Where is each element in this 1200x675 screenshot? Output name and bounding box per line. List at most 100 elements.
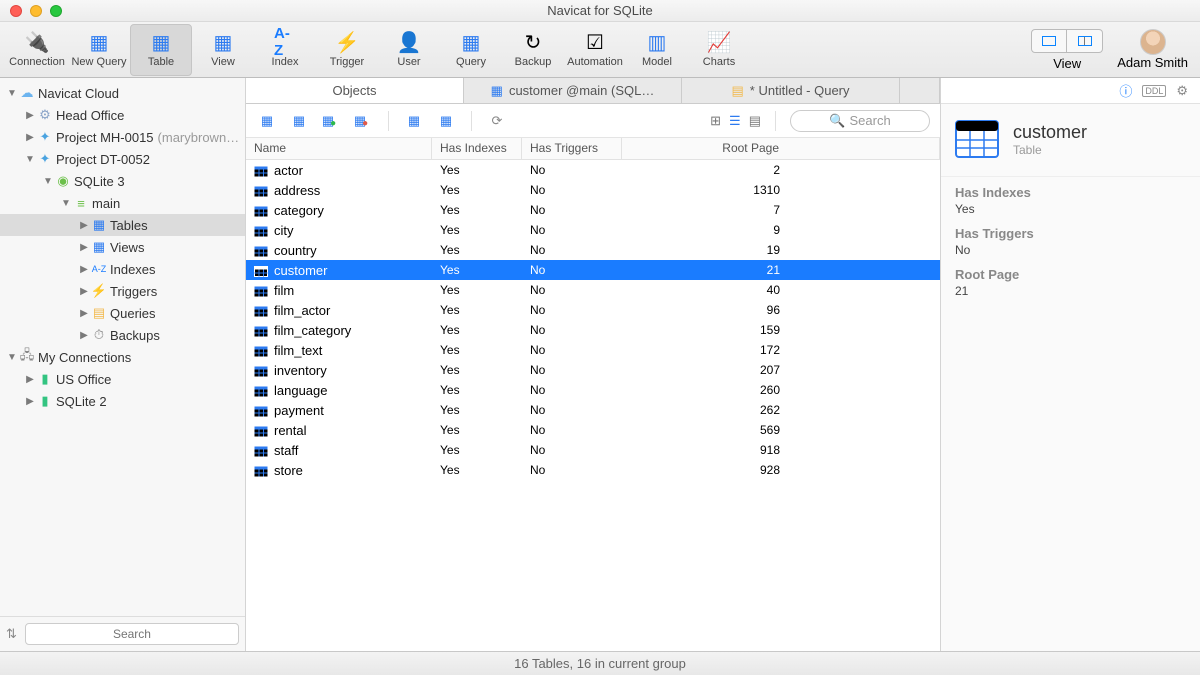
- toolbar-query[interactable]: ▦Query: [440, 24, 502, 76]
- table-row[interactable]: film_actorYesNo96: [246, 300, 940, 320]
- tab-objects[interactable]: Objects: [246, 78, 464, 103]
- row-has-indexes: Yes: [432, 383, 522, 397]
- design-table-icon[interactable]: ▦: [288, 110, 310, 132]
- row-has-triggers: No: [522, 163, 622, 177]
- details-has-indexes-label: Has Indexes: [955, 185, 1186, 200]
- tree-triggers[interactable]: ▶⚡Triggers: [0, 280, 245, 302]
- object-search-input[interactable]: 🔍 Search: [790, 110, 930, 132]
- user-icon: 👤: [398, 31, 420, 53]
- tree-indexes[interactable]: ▶A-ZIndexes: [0, 258, 245, 280]
- toolbar-table[interactable]: ▦Table: [130, 24, 192, 76]
- toolbar-trigger[interactable]: ⚡Trigger: [316, 24, 378, 76]
- minimize-window-button[interactable]: [30, 5, 42, 17]
- table-row[interactable]: filmYesNo40: [246, 280, 940, 300]
- row-has-indexes: Yes: [432, 283, 522, 297]
- col-root-page[interactable]: Root Page: [622, 138, 940, 159]
- conn-us-office[interactable]: ▶▮US Office: [0, 368, 245, 390]
- table-row[interactable]: customerYesNo21: [246, 260, 940, 280]
- user-menu[interactable]: Adam Smith: [1117, 29, 1188, 70]
- layout-segment[interactable]: [1031, 29, 1103, 53]
- info-tab-icon[interactable]: ⓘ: [1119, 81, 1132, 100]
- table-row[interactable]: staffYesNo918: [246, 440, 940, 460]
- toolbar-user[interactable]: 👤User: [378, 24, 440, 76]
- my-connections[interactable]: ▼🖧My Connections: [0, 346, 245, 368]
- row-root-page: 1310: [622, 183, 940, 197]
- import-icon[interactable]: ▦: [403, 110, 425, 132]
- user-name: Adam Smith: [1117, 55, 1188, 70]
- layout-split-button[interactable]: [1067, 29, 1103, 53]
- col-has-indexes[interactable]: Has Indexes: [432, 138, 522, 159]
- toolbar-new-query[interactable]: ▦New Query: [68, 24, 130, 76]
- refresh-icon[interactable]: ⟳: [486, 110, 508, 132]
- main-area: Objects ▦customer @main (SQL… ▤* Untitle…: [246, 78, 940, 651]
- toolbar-backup[interactable]: ↻Backup: [502, 24, 564, 76]
- row-root-page: 21: [622, 263, 940, 277]
- row-name: inventory: [274, 363, 327, 378]
- row-has-triggers: No: [522, 323, 622, 337]
- tab-customer-main[interactable]: ▦customer @main (SQL…: [464, 78, 682, 103]
- project-mh[interactable]: ▶✦Project MH-0015(marybrown…: [0, 126, 245, 148]
- zoom-window-button[interactable]: [50, 5, 62, 17]
- row-name: rental: [274, 423, 307, 438]
- toolbar-model[interactable]: ▥Model: [626, 24, 688, 76]
- new-table-icon[interactable]: ▦●: [320, 110, 342, 132]
- tab-overflow[interactable]: [900, 78, 940, 103]
- table-icon: [254, 225, 268, 236]
- toolbar-automation[interactable]: ☑Automation: [564, 24, 626, 76]
- cloud-root[interactable]: ▼☁Navicat Cloud: [0, 82, 245, 104]
- settings-tab-icon[interactable]: ⚙: [1176, 83, 1188, 99]
- nav-tree[interactable]: ▼☁Navicat Cloud ▶⚙Head Office ▶✦Project …: [0, 78, 245, 616]
- table-row[interactable]: categoryYesNo7: [246, 200, 940, 220]
- table-row[interactable]: storeYesNo928: [246, 460, 940, 480]
- row-root-page: 19: [622, 243, 940, 257]
- table-icon: [254, 385, 268, 396]
- close-window-button[interactable]: [10, 5, 22, 17]
- project-head-office[interactable]: ▶⚙Head Office: [0, 104, 245, 126]
- view-grid-icon[interactable]: ⊞: [710, 113, 721, 129]
- status-bar: 16 Tables, 16 in current group: [0, 651, 1200, 675]
- tree-views[interactable]: ▶▦Views: [0, 236, 245, 258]
- row-has-indexes: Yes: [432, 163, 522, 177]
- tree-queries[interactable]: ▶▤Queries: [0, 302, 245, 324]
- row-name: film_category: [274, 323, 351, 338]
- details-subtitle: Table: [1013, 143, 1087, 157]
- col-name[interactable]: Name: [246, 138, 432, 159]
- delete-table-icon[interactable]: ▦●: [352, 110, 374, 132]
- ddl-tab-icon[interactable]: DDL: [1142, 85, 1166, 97]
- schema-main[interactable]: ▼≡main: [0, 192, 245, 214]
- sidebar-search-input[interactable]: [25, 623, 239, 645]
- table-row[interactable]: rentalYesNo569: [246, 420, 940, 440]
- table-row[interactable]: film_textYesNo172: [246, 340, 940, 360]
- toolbar-label: New Query: [71, 56, 126, 68]
- project-dt[interactable]: ▼✦Project DT-0052: [0, 148, 245, 170]
- details-pane: ⓘ DDL ⚙ customer Table Has IndexesYes Ha…: [940, 78, 1200, 651]
- toolbar-view[interactable]: ▦View: [192, 24, 254, 76]
- conn-sqlite2[interactable]: ▶▮SQLite 2: [0, 390, 245, 412]
- tree-backups[interactable]: ▶⏱Backups: [0, 324, 245, 346]
- toolbar-index[interactable]: A-ZIndex: [254, 24, 316, 76]
- view-detail-icon[interactable]: ▤: [749, 113, 761, 129]
- table-grid[interactable]: actorYesNo2addressYesNo1310categoryYesNo…: [246, 160, 940, 651]
- layout-left-button[interactable]: [1031, 29, 1067, 53]
- tree-tables[interactable]: ▶▦Tables: [0, 214, 245, 236]
- table-row[interactable]: film_categoryYesNo159: [246, 320, 940, 340]
- open-table-icon[interactable]: ▦: [256, 110, 278, 132]
- table-row[interactable]: countryYesNo19: [246, 240, 940, 260]
- table-row[interactable]: paymentYesNo262: [246, 400, 940, 420]
- grid-header[interactable]: Name Has Indexes Has Triggers Root Page: [246, 138, 940, 160]
- sync-icon[interactable]: ⇅: [6, 626, 17, 642]
- toolbar-charts[interactable]: 📈Charts: [688, 24, 750, 76]
- table-row[interactable]: cityYesNo9: [246, 220, 940, 240]
- titlebar: Navicat for SQLite: [0, 0, 1200, 22]
- table-row[interactable]: languageYesNo260: [246, 380, 940, 400]
- col-has-triggers[interactable]: Has Triggers: [522, 138, 622, 159]
- table-row[interactable]: addressYesNo1310: [246, 180, 940, 200]
- table-row[interactable]: inventoryYesNo207: [246, 360, 940, 380]
- db-sqlite3[interactable]: ▼◉SQLite 3: [0, 170, 245, 192]
- toolbar-connection[interactable]: 🔌Connection: [6, 24, 68, 76]
- row-name: film_text: [274, 343, 322, 358]
- view-list-icon[interactable]: ☰: [729, 113, 741, 129]
- table-row[interactable]: actorYesNo2: [246, 160, 940, 180]
- export-icon[interactable]: ▦: [435, 110, 457, 132]
- tab-untitled-query[interactable]: ▤* Untitled - Query: [682, 78, 900, 103]
